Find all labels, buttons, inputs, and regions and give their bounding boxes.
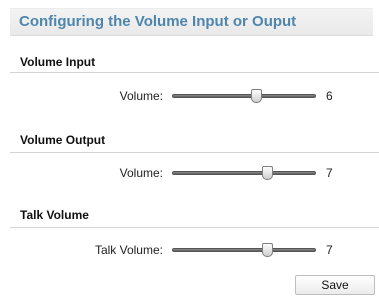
volume-input-value: 6 — [326, 89, 333, 103]
slider-thumb[interactable] — [262, 243, 274, 257]
volume-output-label: Volume: — [119, 166, 163, 180]
volume-input-slider[interactable] — [172, 89, 316, 103]
section-title-talk-volume: Talk Volume — [20, 208, 89, 222]
page-header: Configuring the Volume Input or Ouput — [10, 8, 373, 36]
slider-track — [172, 94, 316, 98]
save-button[interactable]: Save — [295, 275, 375, 295]
divider — [10, 72, 379, 73]
volume-output-value: 7 — [326, 166, 333, 180]
slider-thumb[interactable] — [250, 89, 262, 103]
talk-volume-value: 7 — [326, 243, 333, 257]
slider-track — [172, 248, 316, 252]
volume-input-label: Volume: — [119, 89, 163, 103]
slider-track — [172, 171, 316, 175]
talk-volume-slider[interactable] — [172, 243, 316, 257]
section-title-volume-input: Volume Input — [20, 55, 96, 69]
section-title-volume-output: Volume Output — [20, 133, 106, 147]
volume-output-slider[interactable] — [172, 166, 316, 180]
page-title: Configuring the Volume Input or Ouput — [19, 13, 297, 30]
slider-thumb[interactable] — [262, 166, 274, 180]
divider — [10, 152, 379, 153]
talk-volume-label: Talk Volume: — [94, 243, 163, 257]
divider — [10, 227, 379, 228]
